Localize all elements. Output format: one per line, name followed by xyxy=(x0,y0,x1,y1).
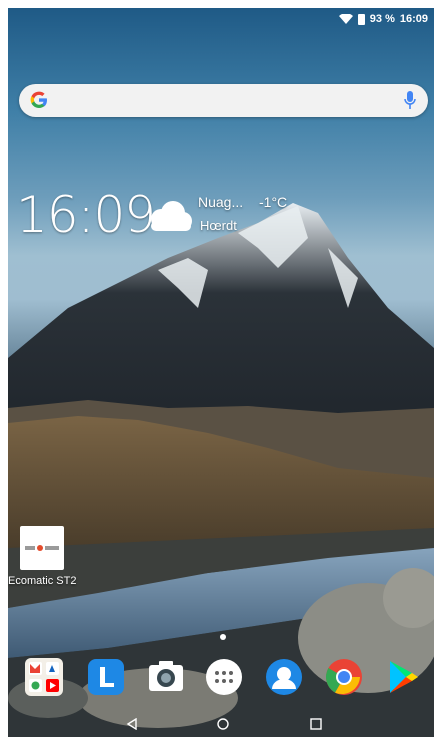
camera-icon[interactable] xyxy=(146,657,186,697)
google-apps-folder-icon[interactable] xyxy=(24,657,64,697)
recents-icon[interactable] xyxy=(310,718,322,730)
google-g-icon[interactable] xyxy=(29,90,49,110)
status-time: 16:09 xyxy=(399,13,428,25)
home-screen: 93 % 16:09 16:09 Nuag... -1°C Hœrdt Ecom… xyxy=(8,8,434,737)
navigation-bar xyxy=(8,712,434,737)
microphone-icon[interactable] xyxy=(404,91,416,110)
ecomatic-app-icon[interactable] xyxy=(20,526,64,570)
play-store-icon[interactable] xyxy=(382,657,422,697)
wallpaper xyxy=(8,203,434,737)
ecomatic-app-label[interactable]: Ecomatic ST2 xyxy=(8,575,76,587)
search-input[interactable] xyxy=(57,90,401,112)
home-icon[interactable] xyxy=(217,718,229,730)
chrome-icon[interactable] xyxy=(324,657,364,697)
weather-condition[interactable]: Nuag... xyxy=(198,194,243,210)
back-icon[interactable] xyxy=(126,718,138,730)
wifi-icon xyxy=(338,14,353,24)
contacts-icon[interactable] xyxy=(264,657,304,697)
cloudy-weather-icon xyxy=(151,201,192,231)
ecomatic-logo-icon xyxy=(25,545,59,551)
status-bar: 93 % 16:09 xyxy=(338,10,428,28)
battery-icon xyxy=(357,13,365,25)
clock-widget-time[interactable]: 16:09 xyxy=(16,186,156,244)
dock xyxy=(8,654,434,702)
page-indicator xyxy=(220,634,226,640)
google-search-bar[interactable] xyxy=(19,84,428,117)
lenovo-launcher-icon[interactable] xyxy=(86,657,126,697)
app-drawer-icon[interactable] xyxy=(204,657,244,697)
battery-level: 93 % xyxy=(369,13,395,25)
weather-location[interactable]: Hœrdt xyxy=(200,218,237,233)
weather-temperature[interactable]: -1°C xyxy=(259,194,287,210)
